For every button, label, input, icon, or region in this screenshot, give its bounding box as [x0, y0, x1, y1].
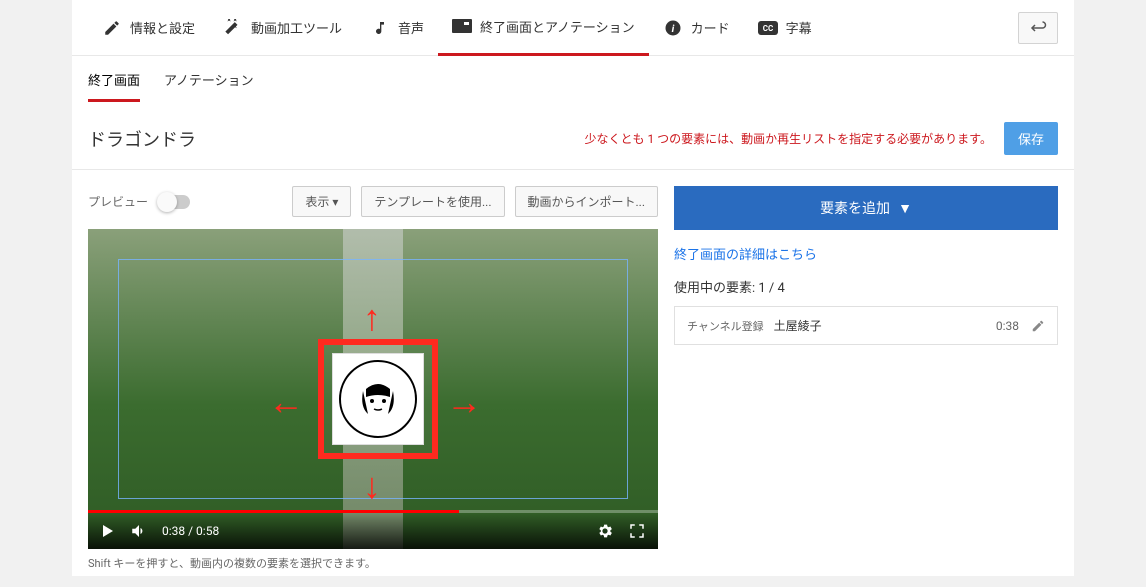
- tab-cards-label: カード: [691, 18, 730, 37]
- element-list-item[interactable]: チャンネル登録 土屋綾子 0:38: [674, 306, 1058, 345]
- video-preview[interactable]: ↑ ↓ ← → 0:38 / 0:58: [88, 229, 658, 549]
- pencil-icon: [102, 18, 122, 38]
- tab-subtitles[interactable]: CC 字幕: [744, 0, 826, 56]
- element-tag: チャンネル登録: [687, 318, 764, 334]
- preview-label: プレビュー: [88, 193, 148, 210]
- template-button[interactable]: テンプレートを使用...: [361, 186, 504, 217]
- tab-info-label: 情報と設定: [130, 18, 195, 37]
- caret-down-icon: ▼: [898, 200, 912, 217]
- usage-count: 使用中の要素: 1 / 4: [674, 277, 1058, 296]
- top-tabs: 情報と設定 動画加工ツール 音声 終了画面とアノテーション i カード CC 字…: [72, 0, 1074, 56]
- sub-tab-annotation[interactable]: アノテーション: [164, 70, 254, 102]
- tab-endscreen-label: 終了画面とアノテーション: [480, 17, 635, 36]
- arrow-right-icon: →: [446, 381, 482, 423]
- endscreen-icon: [452, 16, 472, 36]
- svg-text:CC: CC: [762, 24, 772, 33]
- element-time: 0:38: [996, 319, 1019, 333]
- player-time: 0:38 / 0:58: [162, 524, 219, 538]
- tab-enhance-label: 動画加工ツール: [251, 18, 342, 37]
- arrow-down-icon: ↓: [363, 465, 381, 507]
- add-element-label: 要素を追加: [820, 198, 890, 218]
- endscreen-element[interactable]: [318, 339, 438, 459]
- show-button-label: 表示: [305, 195, 329, 209]
- show-button[interactable]: 表示 ▾: [292, 186, 351, 217]
- element-name: 土屋綾子: [774, 317, 996, 334]
- arrow-up-icon: ↑: [363, 297, 381, 339]
- save-button[interactable]: 保存: [1004, 122, 1058, 155]
- usage-value: 1 / 4: [758, 281, 784, 296]
- cc-icon: CC: [758, 18, 778, 38]
- preview-toggle[interactable]: [158, 195, 190, 209]
- edit-pencil-icon[interactable]: [1031, 319, 1045, 333]
- details-link[interactable]: 終了画面の詳細はこちら: [674, 244, 1058, 263]
- caret-down-icon: ▾: [332, 195, 338, 209]
- sub-tabs: 終了画面 アノテーション: [72, 56, 1074, 102]
- play-icon[interactable]: [100, 523, 116, 539]
- hint-text: Shift キーを押すと、動画内の複数の要素を選択できます。: [88, 555, 658, 571]
- wand-icon: [223, 18, 243, 38]
- warning-text: 少なくとも 1 つの要素には、動画か再生リストを指定する必要があります。: [584, 130, 992, 147]
- tab-subtitles-label: 字幕: [786, 18, 812, 37]
- tab-endscreen[interactable]: 終了画面とアノテーション: [438, 0, 649, 56]
- usage-label: 使用中の要素:: [674, 281, 755, 296]
- music-note-icon: [370, 18, 390, 38]
- tab-audio-label: 音声: [398, 18, 424, 37]
- info-circle-icon: i: [663, 18, 683, 38]
- sub-tab-endscreen[interactable]: 終了画面: [88, 70, 140, 102]
- back-button[interactable]: [1018, 12, 1058, 44]
- add-element-button[interactable]: 要素を追加 ▼: [674, 186, 1058, 230]
- arrow-left-icon: ←: [268, 381, 304, 423]
- element-inner: [332, 353, 424, 445]
- tab-cards[interactable]: i カード: [649, 0, 744, 56]
- tab-enhance[interactable]: 動画加工ツール: [209, 0, 356, 56]
- settings-gear-icon[interactable]: [596, 522, 614, 540]
- import-button[interactable]: 動画からインポート...: [515, 186, 659, 217]
- channel-avatar: [339, 360, 417, 438]
- video-title: ドラゴンドラ: [88, 126, 196, 152]
- svg-text:i: i: [671, 21, 674, 34]
- tab-info[interactable]: 情報と設定: [88, 0, 209, 56]
- tab-audio[interactable]: 音声: [356, 0, 438, 56]
- fullscreen-icon[interactable]: [628, 522, 646, 540]
- return-arrow-icon: [1029, 21, 1047, 35]
- volume-icon[interactable]: [130, 522, 148, 540]
- video-controls: 0:38 / 0:58: [88, 513, 658, 549]
